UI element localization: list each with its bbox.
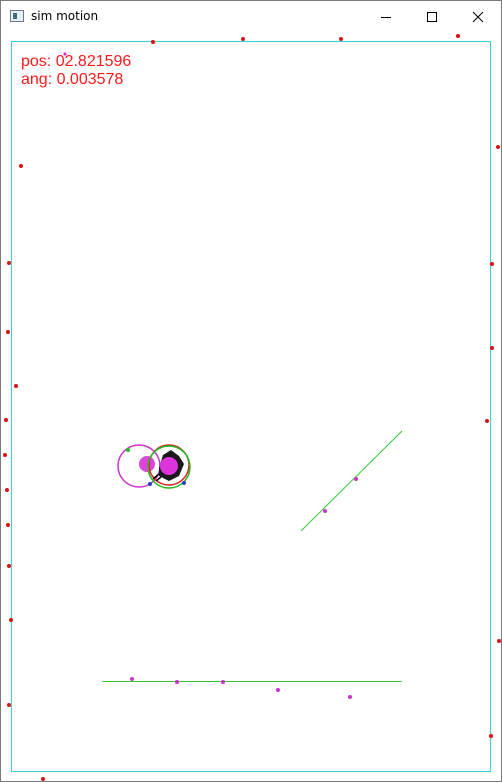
track-marker-dot	[323, 509, 327, 513]
boundary-dot	[339, 37, 343, 41]
boundary-dots	[3, 34, 501, 781]
boundary-dot	[7, 564, 11, 568]
boundary-dot	[5, 488, 9, 492]
boundary-dot	[6, 523, 10, 527]
position-readout: pos: 02.821596	[21, 53, 132, 70]
track-marker-dot	[354, 477, 358, 481]
track-marker-dot	[348, 695, 352, 699]
window-title: sim motion	[31, 9, 99, 23]
angle-readout: ang: 0.003578	[21, 71, 124, 88]
track-marker-dot	[276, 688, 280, 692]
boundary-dot	[14, 384, 18, 388]
boundary-dot	[456, 34, 460, 38]
boundary-dot	[241, 37, 245, 41]
boundary-dot	[7, 261, 11, 265]
title-bar[interactable]: sim motion	[1, 1, 501, 32]
boundary-dot	[9, 618, 13, 622]
maximize-button[interactable]	[409, 1, 455, 32]
maximize-icon	[427, 11, 437, 22]
boundary-dot	[7, 703, 11, 707]
robot-body[interactable]	[117, 444, 191, 489]
boundary-dot	[496, 145, 500, 149]
scene-svg	[3, 34, 501, 781]
track-marker-dot	[130, 677, 134, 681]
minimize-button[interactable]	[363, 1, 409, 32]
joint-dot	[182, 481, 186, 485]
body-core	[160, 457, 178, 475]
boundary-dot	[490, 262, 494, 266]
boundary-dot	[6, 330, 10, 334]
app-window-icon[interactable]	[10, 10, 24, 22]
joint-dot	[148, 482, 152, 486]
close-icon	[472, 11, 484, 22]
boundary-dot	[485, 419, 489, 423]
left-wheel-hub	[139, 456, 155, 472]
boundary-dot	[4, 418, 8, 422]
ground-markers	[130, 677, 352, 699]
track-marker-dot	[175, 680, 179, 684]
boundary-dot	[497, 639, 501, 643]
boundary-dot	[19, 164, 23, 168]
boundary-rect	[11, 41, 491, 772]
close-button[interactable]	[455, 1, 501, 32]
diagonal-track-line	[300, 430, 403, 532]
minimize-icon	[381, 16, 391, 18]
boundary-dot	[490, 346, 494, 350]
boundary-dot	[151, 40, 155, 44]
track-marker-dot	[221, 680, 225, 684]
boundary-dot	[3, 453, 7, 457]
sensor-dot	[126, 448, 130, 452]
simulation-canvas[interactable]: pos: 02.821596 ang: 0.003578	[1, 32, 501, 781]
boundary-dot	[489, 734, 493, 738]
boundary-dot	[41, 777, 45, 781]
sim-motion-window: sim motion pos: 02.821596 ang: 0.003578	[0, 0, 502, 782]
